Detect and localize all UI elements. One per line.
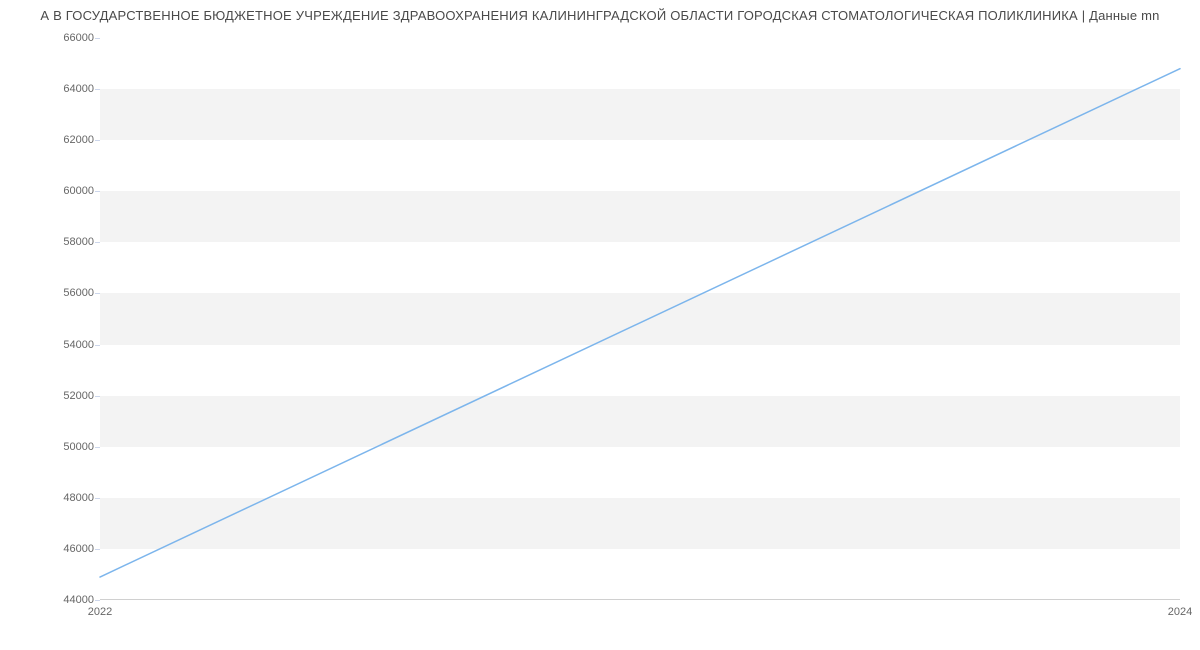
- y-tick-mark: [95, 191, 100, 192]
- y-tick-label: 50000: [14, 441, 94, 453]
- y-tick-label: 58000: [14, 236, 94, 248]
- chart-plot-area: [100, 38, 1180, 600]
- y-tick-label: 64000: [14, 83, 94, 95]
- y-tick-mark: [95, 38, 100, 39]
- y-tick-label: 48000: [14, 492, 94, 504]
- x-tick-label: 2024: [1168, 606, 1192, 618]
- y-tick-label: 52000: [14, 390, 94, 402]
- y-tick-mark: [95, 600, 100, 601]
- x-tick-label: 2022: [88, 606, 112, 618]
- y-tick-label: 62000: [14, 134, 94, 146]
- y-tick-label: 46000: [14, 543, 94, 555]
- y-tick-label: 66000: [14, 32, 94, 44]
- data-line-series: [100, 69, 1180, 577]
- y-tick-mark: [95, 293, 100, 294]
- y-tick-mark: [95, 140, 100, 141]
- y-tick-mark: [95, 447, 100, 448]
- y-tick-mark: [95, 242, 100, 243]
- y-tick-label: 56000: [14, 287, 94, 299]
- chart-title: А В ГОСУДАРСТВЕННОЕ БЮДЖЕТНОЕ УЧРЕЖДЕНИЕ…: [0, 0, 1200, 27]
- y-tick-mark: [95, 549, 100, 550]
- y-tick-mark: [95, 396, 100, 397]
- y-tick-mark: [95, 89, 100, 90]
- y-tick-mark: [95, 498, 100, 499]
- y-tick-label: 44000: [14, 594, 94, 606]
- y-tick-label: 54000: [14, 339, 94, 351]
- y-tick-mark: [95, 345, 100, 346]
- y-tick-label: 60000: [14, 185, 94, 197]
